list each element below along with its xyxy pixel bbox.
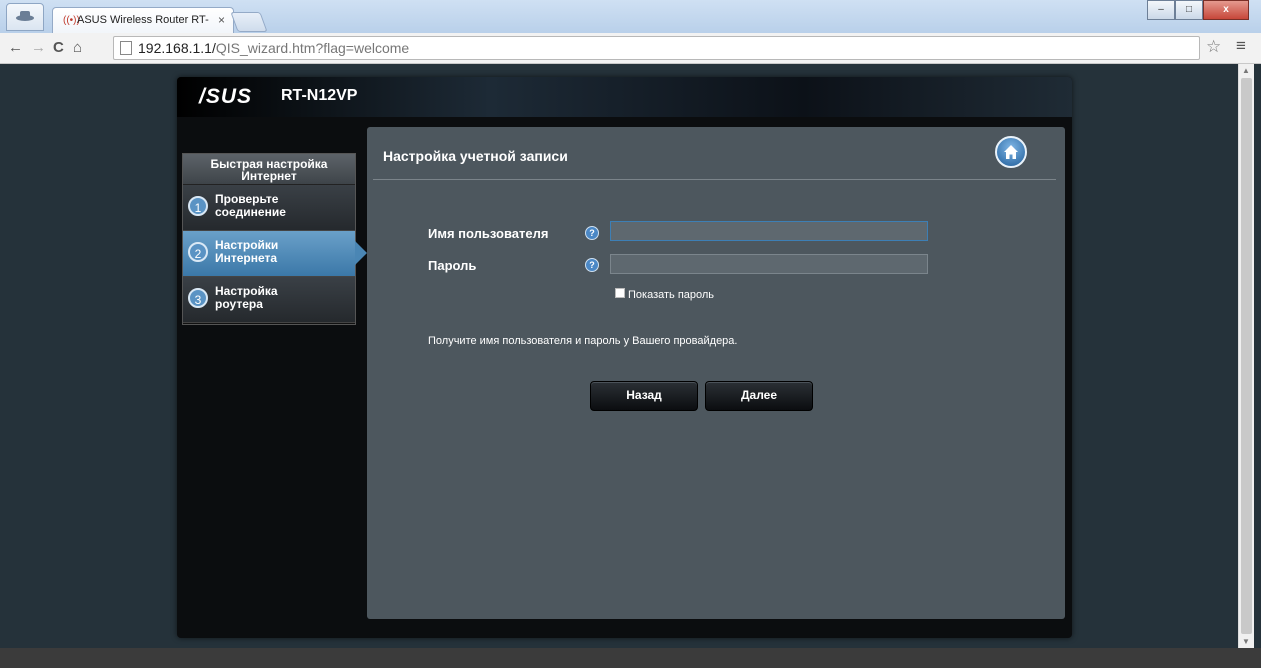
show-password-label: Показать пароль (628, 289, 715, 301)
browser-titlebar: ((•)) ASUS Wireless Router RT- × – □ x (0, 0, 1261, 34)
new-tab-button[interactable] (230, 12, 268, 32)
page-icon (120, 41, 132, 55)
step-label: Настройки Интернета (215, 238, 279, 265)
step-label: Настройка роутера (215, 284, 278, 311)
scroll-up-icon[interactable]: ▲ (1242, 66, 1250, 75)
bookmark-star-icon[interactable]: ☆ (1206, 37, 1221, 57)
home-icon (1004, 145, 1018, 159)
provider-hint: Получите имя пользователя и пароль у Ваш… (428, 335, 738, 347)
step-number-icon: 1 (188, 196, 208, 216)
taskbar-strip (0, 648, 1261, 668)
url-text: 192.168.1.1/QIS_wizard.htm?flag=welcome (138, 40, 410, 56)
router-banner: /SUS RT-N12VP (177, 77, 1072, 117)
back-button[interactable]: Назад (590, 381, 698, 411)
asus-logo: /SUS (199, 85, 253, 108)
vertical-scrollbar[interactable]: ▲ ▼ (1238, 64, 1254, 648)
account-setup-panel: Настройка учетной записи Имя пользовател… (367, 127, 1065, 619)
menu-icon[interactable]: ≡ (1236, 36, 1246, 56)
tab-close-icon[interactable]: × (218, 13, 225, 27)
reload-icon[interactable]: C (53, 39, 64, 56)
password-help-icon[interactable]: ? (585, 258, 599, 272)
home-nav-icon[interactable]: ⌂ (73, 39, 82, 56)
address-bar[interactable]: 192.168.1.1/QIS_wizard.htm?flag=welcome (113, 36, 1200, 60)
sidebar-heading: Быстрая настройка Интернет (183, 154, 355, 185)
tab-title: ASUS Wireless Router RT- (77, 14, 209, 26)
show-password-checkbox[interactable] (615, 288, 625, 298)
minimize-button[interactable]: – (1147, 0, 1175, 20)
username-label: Имя пользователя (428, 226, 549, 241)
maximize-button[interactable]: □ (1175, 0, 1203, 20)
password-input[interactable] (610, 254, 928, 274)
step-number-icon: 2 (188, 242, 208, 262)
browser-tab[interactable]: ((•)) ASUS Wireless Router RT- × (52, 7, 234, 34)
sidebar-item-router-setup[interactable]: 3 Настройка роутера (183, 277, 355, 323)
browser-toolbar: ← → C ⌂ 192.168.1.1/QIS_wizard.htm?flag=… (0, 33, 1261, 64)
next-button[interactable]: Далее (705, 381, 813, 411)
home-button[interactable] (995, 136, 1027, 168)
page-title: Настройка учетной записи (383, 148, 568, 164)
browser-user-icon[interactable] (6, 3, 44, 31)
router-panel: /SUS RT-N12VP Быстрая настройка Интернет… (177, 77, 1072, 638)
step-label: Проверьте соединение (215, 192, 286, 219)
back-arrow-icon[interactable]: ← (8, 39, 23, 56)
step-number-icon: 3 (188, 288, 208, 308)
sidebar-item-internet-settings[interactable]: 2 Настройки Интернета (183, 231, 367, 277)
username-help-icon[interactable]: ? (585, 226, 599, 240)
username-input[interactable] (610, 221, 928, 241)
scrollbar-thumb[interactable] (1241, 78, 1252, 634)
router-model: RT-N12VP (281, 87, 358, 104)
title-divider (373, 179, 1056, 180)
window-controls: – □ x (1147, 0, 1249, 20)
scroll-down-icon[interactable]: ▼ (1242, 637, 1250, 646)
wizard-sidebar: Быстрая настройка Интернет 1 Проверьте со… (182, 153, 367, 325)
close-window-button[interactable]: x (1203, 0, 1249, 20)
forward-arrow-icon[interactable]: → (31, 39, 46, 56)
show-password-toggle[interactable]: Показать пароль (615, 288, 714, 301)
sidebar-heading-line2: Интернет (241, 169, 297, 183)
password-label: Пароль (428, 258, 477, 273)
sidebar-item-check-connection[interactable]: 1 Проверьте соединение (183, 185, 355, 231)
